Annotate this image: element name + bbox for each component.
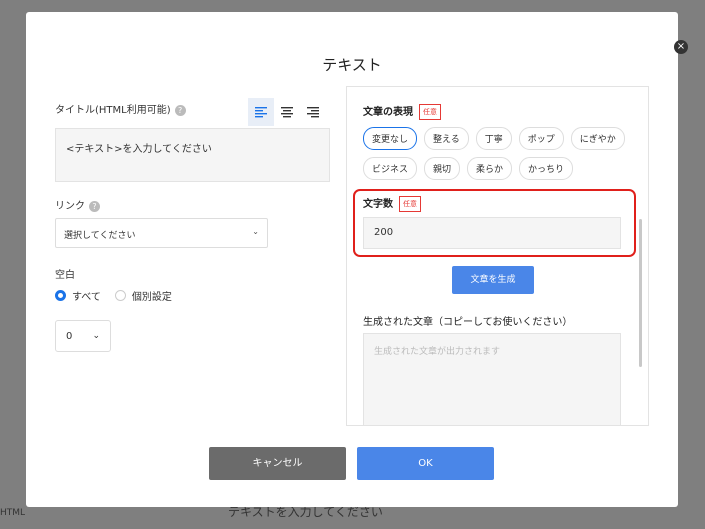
chip-pop[interactable]: ポップ: [518, 127, 564, 150]
cancel-button[interactable]: キャンセル: [209, 447, 346, 480]
align-right-button[interactable]: [300, 98, 326, 126]
output-textarea[interactable]: 生成された文章が出力されます: [363, 333, 621, 425]
expression-label-row: 文章の表現 任意: [363, 103, 441, 120]
radio-individual-indicator[interactable]: [114, 290, 126, 301]
spacing-value: 0: [66, 331, 73, 342]
close-icon[interactable]: ×: [674, 40, 688, 54]
help-icon[interactable]: ?: [174, 104, 186, 116]
radio-all[interactable]: すべて: [55, 288, 101, 303]
title-label-row: タイトル(HTML利用可能)?: [55, 101, 186, 116]
radio-individual-label: 個別設定: [131, 292, 172, 303]
output-label: 生成された文章（コピーしてお使いください）: [363, 317, 573, 328]
chevron-down-icon: ⌄: [92, 331, 100, 341]
align-center-icon: [281, 107, 293, 118]
dialog-title: テキスト: [322, 56, 382, 74]
chip-kind[interactable]: 親切: [424, 157, 461, 180]
optional-badge: 任意: [399, 196, 421, 212]
align-left-icon: [255, 107, 267, 118]
align-right-icon: [307, 107, 319, 118]
text-align-group: [248, 98, 326, 126]
panel-scrollbar[interactable]: [639, 219, 642, 367]
expression-chips: 変更なし 整える 丁寧 ポップ にぎやか ビジネス 親切 柔らか かっちり: [363, 127, 633, 180]
radio-individual[interactable]: 個別設定: [114, 288, 172, 303]
generate-text-button[interactable]: 文章を生成: [452, 266, 534, 294]
expression-label: 文章の表現: [363, 107, 413, 118]
chip-lively[interactable]: にぎやか: [570, 127, 625, 150]
chip-soft[interactable]: 柔らか: [467, 157, 513, 180]
background-left-text: HTML: [0, 508, 26, 518]
align-center-button[interactable]: [274, 98, 300, 126]
spacing-value-select[interactable]: 0 ⌄: [55, 320, 111, 352]
chip-no-change[interactable]: 変更なし: [363, 127, 418, 150]
char-count-label: 文字数: [363, 199, 393, 210]
char-count-label-row: 文字数 任意: [363, 195, 421, 212]
align-left-button[interactable]: [248, 98, 274, 126]
chip-formal[interactable]: かっちり: [519, 157, 574, 180]
spacing-label: 空白: [55, 270, 75, 281]
chip-business[interactable]: ビジネス: [363, 157, 418, 180]
link-label: リンク: [55, 201, 85, 212]
link-select[interactable]: 選択してください ⌄: [55, 218, 268, 248]
chip-polite[interactable]: 丁寧: [475, 127, 512, 150]
char-count-input[interactable]: 200: [363, 217, 621, 249]
ok-button[interactable]: OK: [357, 447, 494, 480]
radio-all-indicator[interactable]: [55, 290, 66, 301]
chevron-down-icon: ⌄: [252, 227, 259, 236]
link-label-row: リンク?: [55, 197, 100, 212]
radio-all-label: すべて: [72, 292, 101, 303]
ai-text-panel: 文章の表現 任意 変更なし 整える 丁寧 ポップ にぎやか ビジネス 親切 柔らか…: [346, 86, 649, 426]
link-help-icon[interactable]: ?: [89, 200, 100, 212]
chip-tidy[interactable]: 整える: [424, 127, 469, 150]
title-label: タイトル(HTML利用可能): [55, 105, 171, 116]
title-text-input[interactable]: <テキスト>を入力してください: [55, 128, 330, 182]
optional-badge: 任意: [419, 104, 441, 120]
text-dialog: × テキスト タイトル(HTML利用可能)? <テキスト>を入力してください リ…: [26, 12, 688, 507]
link-select-value: 選択してください: [64, 231, 136, 241]
spacing-radio-group: すべて 個別設定: [55, 288, 186, 303]
